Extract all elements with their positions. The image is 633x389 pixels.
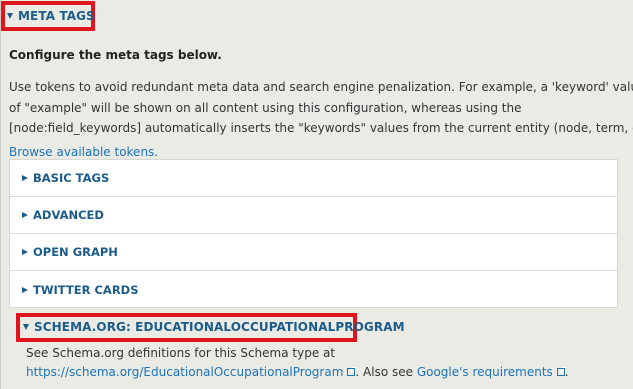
- external-link-icon: [347, 367, 357, 376]
- subpanel-basic-tags[interactable]: BASIC TAGS: [10, 160, 617, 197]
- subpanel-twitter-cards[interactable]: TWITTER CARDS: [10, 271, 617, 308]
- description-line: Use tokens to avoid redundant meta data …: [9, 80, 633, 94]
- schema-desc-middle: . Also see: [355, 365, 417, 379]
- description-line: of "example" will be shown on all conten…: [9, 100, 522, 115]
- external-link-icon: [556, 367, 566, 376]
- meta-tags-description-title: Configure the meta tags below.: [9, 48, 222, 62]
- schema-summary[interactable]: SCHEMA.ORG: EDUCATIONALOCCUPATIONALPROGR…: [23, 320, 405, 334]
- triangle-right-icon: [22, 286, 28, 293]
- triangle-down-icon: [7, 13, 13, 19]
- meta-tags-description: Use tokens to avoid redundant meta data …: [9, 77, 633, 139]
- schema-description: See Schema.org definitions for this Sche…: [26, 344, 569, 382]
- subpanel-label: ADVANCED: [33, 208, 104, 222]
- triangle-right-icon: [22, 249, 28, 255]
- schema-desc-line-2: https://schema.org/EducationalOccupation…: [26, 363, 569, 382]
- triangle-right-icon: [22, 175, 28, 181]
- meta-tags-subpanels: BASIC TAGS ADVANCED OPEN GRAPH TWITTER C…: [9, 159, 618, 308]
- description-line: [node:field_keywords] automatically inse…: [9, 121, 633, 135]
- schema-link-text: https://schema.org/EducationalOccupation…: [26, 365, 344, 379]
- metatag-page: META TAGS Configure the meta tags below.…: [0, 0, 633, 389]
- subpanel-open-graph[interactable]: OPEN GRAPH: [10, 234, 617, 271]
- meta-tags-summary-label: META TAGS: [18, 9, 95, 23]
- subpanel-label: BASIC TAGS: [33, 171, 110, 185]
- schema-desc-line-1: See Schema.org definitions for this Sche…: [26, 346, 336, 360]
- schema-definition-link[interactable]: https://schema.org/EducationalOccupation…: [26, 365, 357, 379]
- meta-tags-summary[interactable]: META TAGS: [7, 9, 95, 23]
- subpanel-label: TWITTER CARDS: [33, 282, 139, 297]
- google-link-text: Google's requirements: [416, 365, 553, 379]
- google-requirements-link[interactable]: Google's requirements: [416, 365, 566, 379]
- triangle-down-icon: [23, 324, 29, 330]
- subpanel-advanced[interactable]: ADVANCED: [10, 197, 617, 234]
- browse-tokens-link[interactable]: Browse available tokens.: [9, 145, 158, 159]
- subpanel-label: OPEN GRAPH: [33, 245, 118, 259]
- schema-summary-label: SCHEMA.ORG: EDUCATIONALOCCUPATIONALPROGR…: [34, 320, 405, 334]
- triangle-right-icon: [22, 212, 28, 218]
